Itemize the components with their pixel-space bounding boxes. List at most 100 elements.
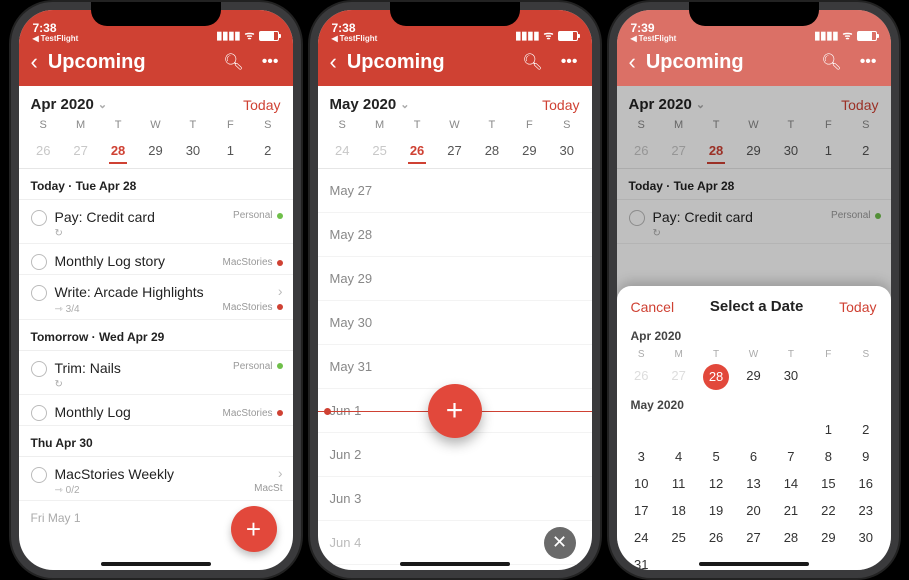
day-cell[interactable]: 25 (361, 139, 398, 162)
day-cell[interactable]: 25 (660, 524, 697, 551)
day-cell[interactable]: 24 (324, 139, 361, 162)
task-row[interactable]: Monthly Log MacStories (19, 395, 293, 426)
back-icon[interactable]: ‹ (27, 51, 42, 73)
month-bar: May 2020 ⌄ Today (318, 86, 592, 115)
day-cell[interactable]: 17 (623, 497, 660, 524)
day-cell[interactable]: 28 (772, 524, 809, 551)
date-item[interactable]: Jun 2 (318, 433, 592, 477)
back-testflight[interactable]: ◀ TestFlight (631, 35, 677, 43)
day-cell[interactable]: 2 (249, 139, 286, 162)
date-row[interactable]: 24 25 26 27 28 29 30 (318, 135, 592, 166)
day-cell-selected[interactable]: 28 (99, 139, 136, 162)
day-cell[interactable]: 28 (473, 139, 510, 162)
day-cell[interactable]: 7 (772, 443, 809, 470)
day-cell[interactable]: 27 (735, 524, 772, 551)
date-item[interactable]: May 28 (318, 213, 592, 257)
signal-icon: ▮▮▮▮ (515, 29, 539, 42)
task-row[interactable]: Trim: Nails ↻ Personal (19, 351, 293, 395)
checkbox[interactable] (31, 254, 47, 270)
home-indicator[interactable] (400, 562, 510, 566)
day-cell[interactable]: 30 (174, 139, 211, 162)
task-list[interactable]: Today · Tue Apr 28 Pay: Credit card ↻ Pe… (19, 169, 293, 570)
date-item[interactable]: Jun 4 ✕ (318, 521, 592, 565)
day-cell[interactable]: 5 (697, 443, 734, 470)
checkbox[interactable] (31, 467, 47, 483)
day-cell[interactable]: 15 (810, 470, 847, 497)
day-cell-selected[interactable]: 26 (398, 139, 435, 162)
day-cell[interactable]: 26 (623, 362, 660, 392)
task-row[interactable]: Monthly Log story MacStories (19, 244, 293, 275)
day-cell[interactable]: 23 (847, 497, 884, 524)
search-icon[interactable]: 🔍︎ (217, 48, 249, 76)
today-button[interactable]: Today (839, 299, 876, 315)
date-row[interactable]: 26 27 28 29 30 1 2 (19, 135, 293, 166)
day-cell[interactable]: 1 (810, 416, 847, 443)
day-cell[interactable]: 4 (660, 443, 697, 470)
day-cell[interactable]: 31 (623, 551, 660, 570)
chevron-right-icon[interactable]: › (278, 465, 283, 481)
day-cell[interactable]: 3 (623, 443, 660, 470)
today-button[interactable]: Today (542, 97, 579, 113)
day-cell-selected[interactable]: 28 (703, 364, 729, 390)
day-cell[interactable]: 8 (810, 443, 847, 470)
date-item[interactable]: Jun 3 (318, 477, 592, 521)
day-cell[interactable]: 18 (660, 497, 697, 524)
date-item[interactable]: May 29 (318, 257, 592, 301)
checkbox[interactable] (31, 405, 47, 421)
day-cell[interactable]: 27 (660, 362, 697, 392)
day-cell[interactable]: 6 (735, 443, 772, 470)
day-cell[interactable]: 29 (137, 139, 174, 162)
day-cell[interactable]: 9 (847, 443, 884, 470)
day-cell[interactable]: 29 (810, 524, 847, 551)
day-cell[interactable]: 16 (847, 470, 884, 497)
day-cell[interactable]: 30 (548, 139, 585, 162)
back-testflight[interactable]: ◀ TestFlight (332, 35, 378, 43)
checkbox[interactable] (31, 285, 47, 301)
task-row[interactable]: Write: Arcade Highlights ⇾ 3/4 › MacStor… (19, 275, 293, 319)
day-cell[interactable]: 2 (847, 416, 884, 443)
home-indicator[interactable] (699, 562, 809, 566)
date-item[interactable]: May 27 (318, 169, 592, 213)
date-item[interactable]: May 31 (318, 345, 592, 389)
checkbox[interactable] (31, 210, 47, 226)
day-cell[interactable]: 27 (436, 139, 473, 162)
day-cell[interactable]: 14 (772, 470, 809, 497)
task-row[interactable]: MacStories Weekly ⇾ 0/2 › MacSt (19, 457, 293, 501)
back-icon[interactable]: ‹ (326, 51, 341, 73)
day-cell[interactable]: 1 (212, 139, 249, 162)
more-icon[interactable]: ••• (256, 49, 285, 75)
day-cell[interactable]: 10 (623, 470, 660, 497)
add-task-fab[interactable]: + (231, 506, 277, 552)
date-item[interactable]: Jun 1 + (318, 389, 592, 433)
home-indicator[interactable] (101, 562, 211, 566)
day-cell[interactable]: 27 (62, 139, 99, 162)
today-button[interactable]: Today (243, 97, 280, 113)
date-item[interactable]: May 30 (318, 301, 592, 345)
back-testflight[interactable]: ◀ TestFlight (33, 35, 79, 43)
cancel-button[interactable]: Cancel (631, 299, 675, 315)
day-cell[interactable]: 22 (810, 497, 847, 524)
month-selector[interactable]: Apr 2020 ⌄ (31, 96, 108, 113)
day-cell[interactable]: 30 (847, 524, 884, 551)
day-cell[interactable]: 20 (735, 497, 772, 524)
day-cell[interactable]: 29 (735, 362, 772, 392)
date-scroll-list[interactable]: May 27 May 28 May 29 May 30 May 31 Jun 1… (318, 169, 592, 570)
more-icon[interactable]: ••• (555, 49, 584, 75)
day-cell[interactable]: 19 (697, 497, 734, 524)
day-cell[interactable]: 29 (511, 139, 548, 162)
checkbox[interactable] (31, 361, 47, 377)
day-cell[interactable]: 21 (772, 497, 809, 524)
task-row[interactable]: Pay: Credit card ↻ Personal (19, 200, 293, 244)
day-cell[interactable]: 24 (623, 524, 660, 551)
day-cell[interactable]: 26 (25, 139, 62, 162)
day-cell[interactable]: 30 (772, 362, 809, 392)
day-cell[interactable]: 12 (697, 470, 734, 497)
day-cell[interactable]: 11 (660, 470, 697, 497)
month-selector[interactable]: May 2020 ⌄ (330, 96, 410, 113)
chevron-right-icon[interactable]: › (278, 283, 283, 299)
close-button[interactable]: ✕ (544, 527, 576, 559)
search-icon[interactable]: 🔍︎ (516, 48, 548, 76)
day-cell[interactable]: 13 (735, 470, 772, 497)
add-task-fab[interactable]: + (428, 384, 482, 438)
day-cell[interactable]: 26 (697, 524, 734, 551)
